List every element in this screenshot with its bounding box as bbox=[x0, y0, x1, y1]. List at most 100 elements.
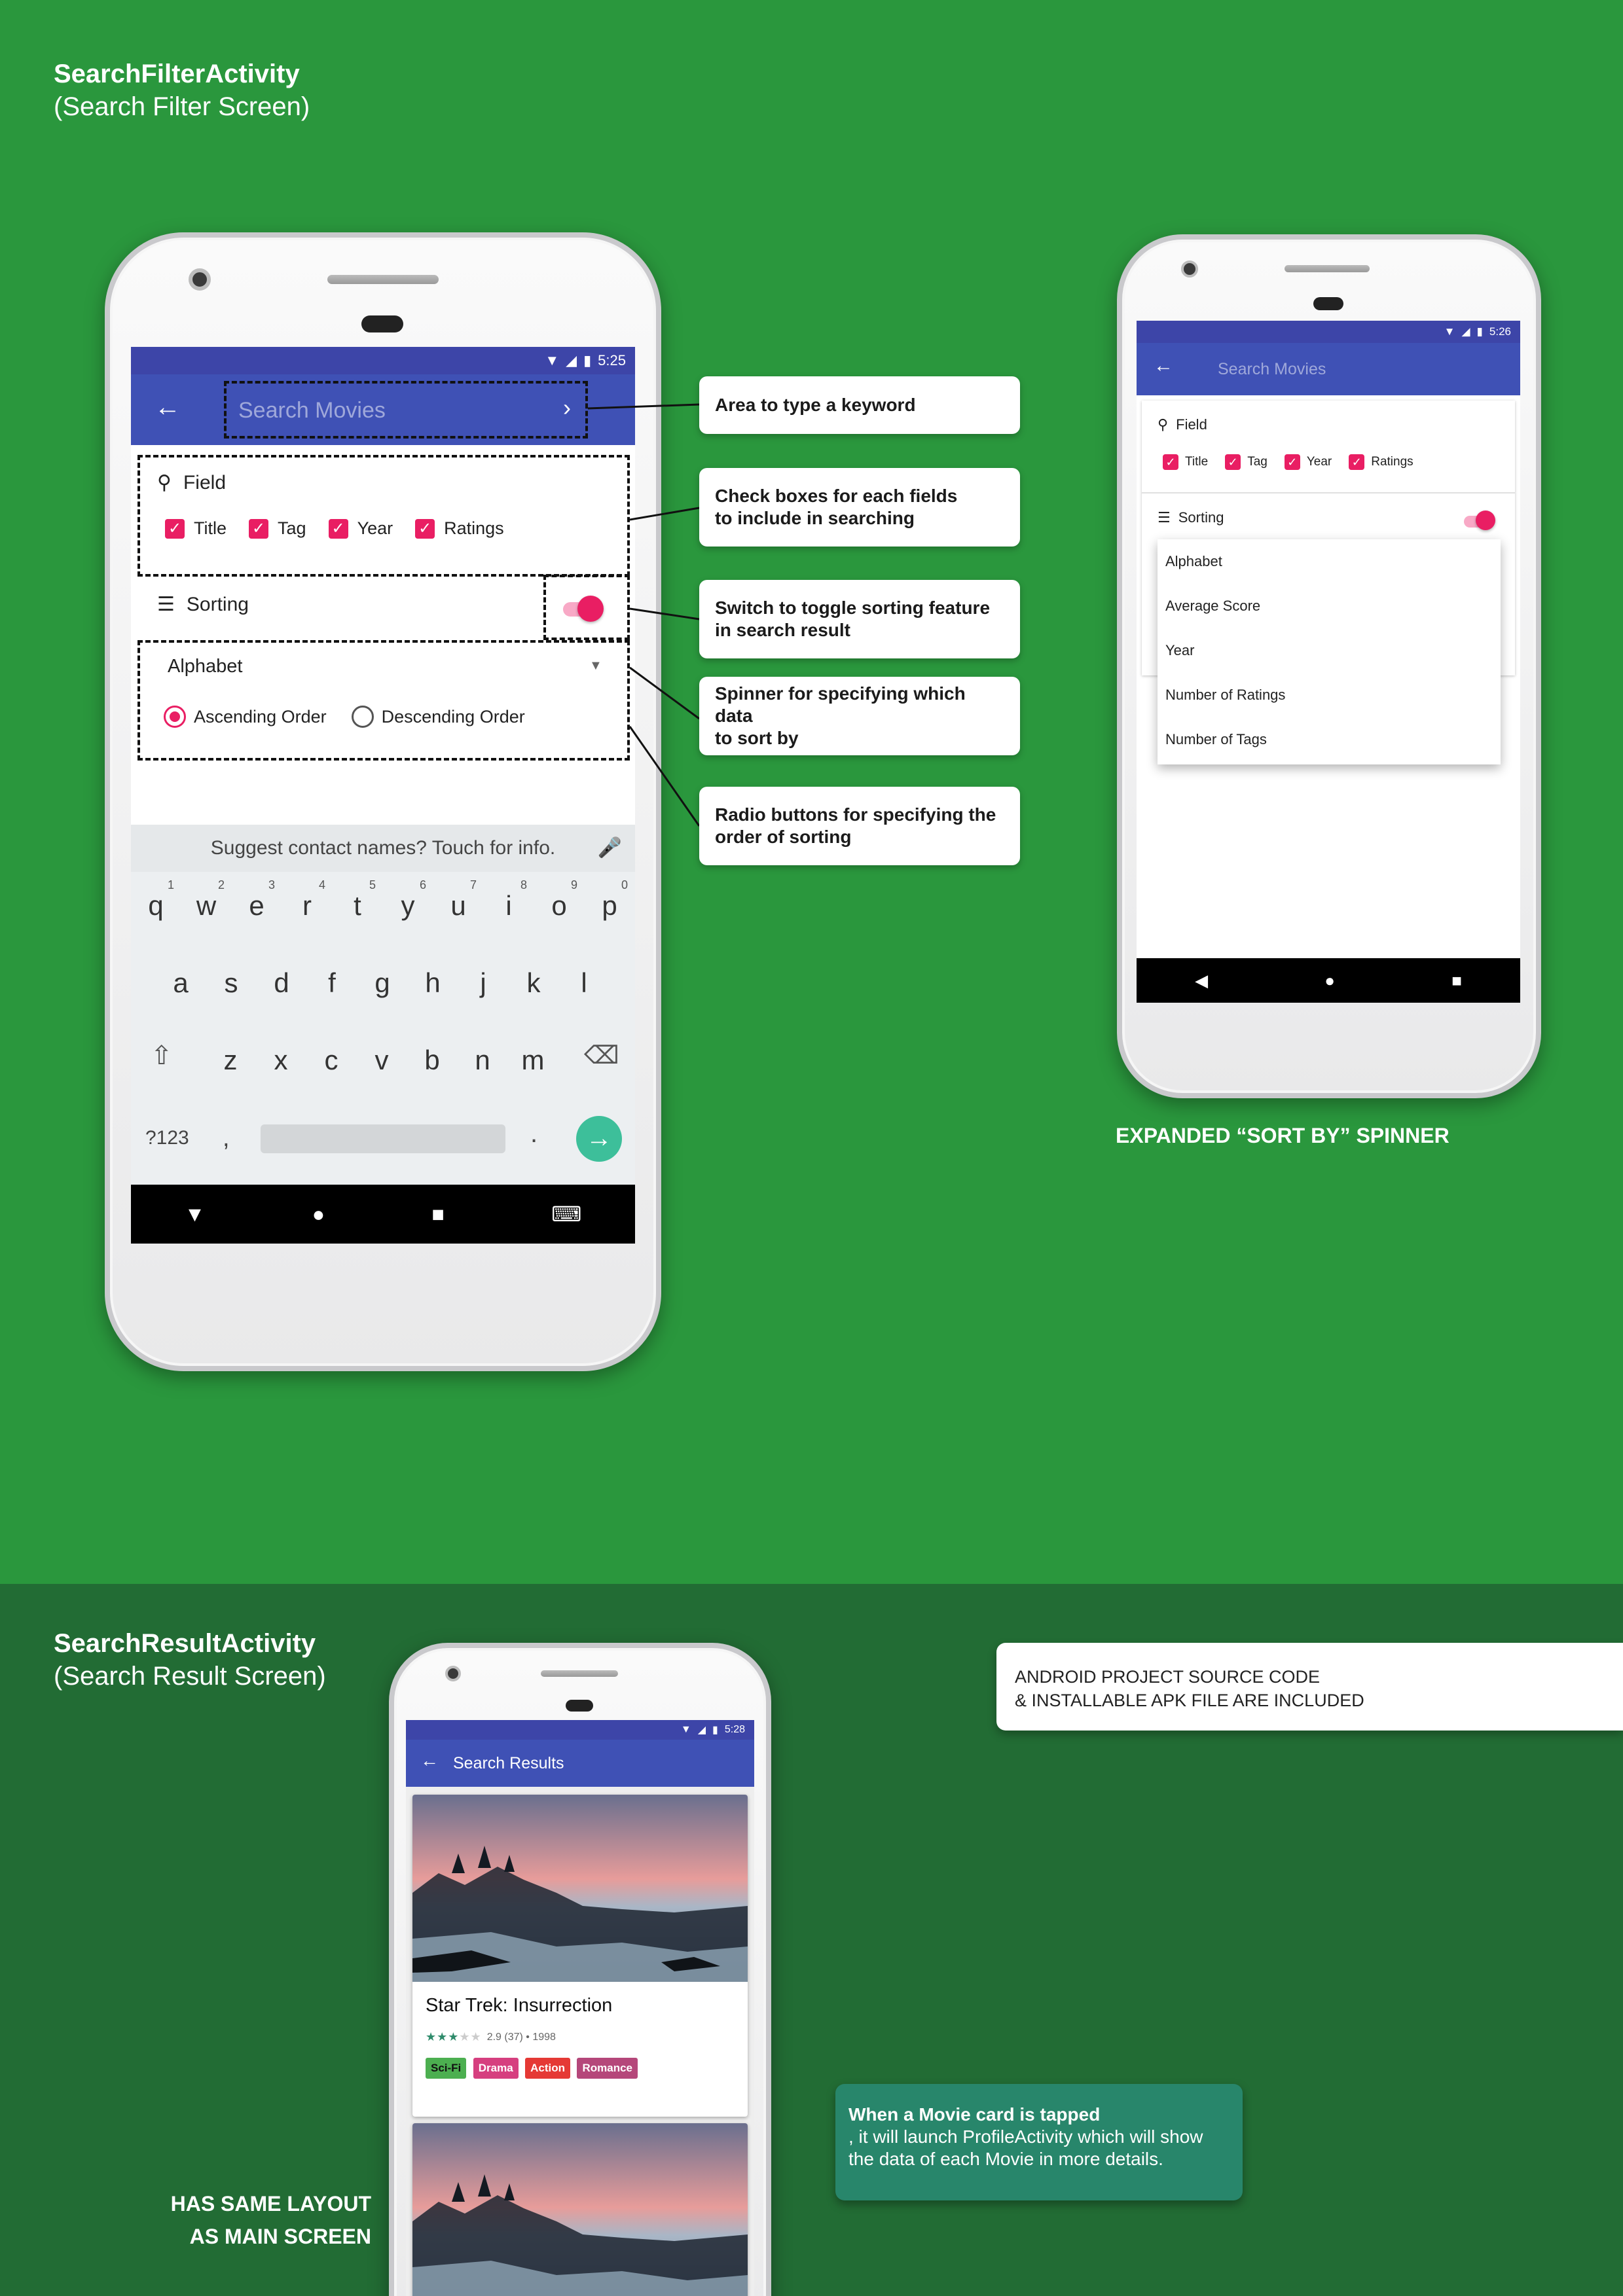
checkbox-ratings-label: Ratings bbox=[1371, 455, 1413, 469]
key-d[interactable]: d bbox=[262, 967, 301, 999]
nav-home-icon[interactable]: ● bbox=[1324, 971, 1335, 991]
tag-chip[interactable]: Drama bbox=[473, 2058, 519, 2079]
checkbox-title-label: Title bbox=[1185, 455, 1209, 469]
battery-icon: ▮ bbox=[1476, 325, 1483, 338]
key-k[interactable]: k bbox=[514, 967, 553, 999]
key-c[interactable]: c bbox=[312, 1045, 351, 1076]
bottom-section-title: SearchResultActivity bbox=[54, 1629, 316, 1658]
dropdown-option-number-of-tags[interactable]: Number of Tags bbox=[1158, 717, 1501, 762]
movie-card-note: When a Movie card is tapped , it will la… bbox=[835, 2084, 1243, 2200]
check-icon: ✓ bbox=[1349, 454, 1365, 470]
navigation-bar: ◀ ● ■ bbox=[1137, 958, 1520, 1003]
backspace-icon[interactable]: ⌫ bbox=[584, 1041, 619, 1070]
key-j[interactable]: j bbox=[464, 967, 503, 999]
movie-card[interactable] bbox=[412, 2123, 748, 2296]
bottom-section-subtitle: (Search Result Screen) bbox=[54, 1662, 326, 1691]
checkbox-title[interactable]: ✓ Title bbox=[1163, 454, 1208, 470]
key-a[interactable]: a bbox=[161, 967, 200, 999]
key-m[interactable]: m bbox=[513, 1045, 553, 1076]
callout-checkboxes: Check boxes for each fields to include i… bbox=[699, 468, 1020, 547]
dropdown-option-year[interactable]: Year bbox=[1158, 628, 1501, 673]
signal-icon: ◢ bbox=[697, 1725, 706, 1736]
search-input[interactable]: Search Movies bbox=[1218, 360, 1326, 379]
callout-spinner: Spinner for specifying which data to sor… bbox=[699, 677, 1020, 755]
space-bar[interactable] bbox=[261, 1124, 505, 1153]
symbols-key[interactable]: ?123 bbox=[145, 1127, 189, 1149]
movie-rating-row: ★★★★★ 2.9 (37) • 1998 bbox=[426, 2030, 556, 2044]
star-rating-icon: ★★★★★ bbox=[426, 2030, 482, 2043]
key-v[interactable]: v bbox=[362, 1045, 401, 1076]
shift-icon[interactable]: ⇧ bbox=[151, 1041, 173, 1071]
key-z[interactable]: z bbox=[211, 1045, 250, 1076]
same-layout-line2: AS MAIN SCREEN bbox=[189, 2225, 371, 2248]
key-n[interactable]: n bbox=[463, 1045, 502, 1076]
nav-home-icon[interactable]: ● bbox=[312, 1202, 325, 1227]
wifi-icon: ▼ bbox=[1444, 325, 1455, 338]
check-icon: ✓ bbox=[1284, 454, 1300, 470]
nav-recents-icon[interactable]: ■ bbox=[1451, 971, 1462, 991]
dropdown-option-number-of-ratings[interactable]: Number of Ratings bbox=[1158, 673, 1501, 717]
keyboard-icon[interactable]: ⌨ bbox=[551, 1202, 581, 1227]
callout-radio-line1: Radio buttons for specifying the bbox=[715, 804, 996, 825]
callout-switch-line1: Switch to toggle sorting feature bbox=[715, 598, 991, 618]
tag-chip[interactable]: Romance bbox=[577, 2058, 638, 2079]
tag-chip[interactable]: Sci-Fi bbox=[426, 2058, 467, 2079]
status-time: 5:28 bbox=[724, 1724, 745, 1735]
enter-go-button[interactable]: → bbox=[576, 1116, 622, 1162]
key-x[interactable]: x bbox=[261, 1045, 301, 1076]
callout-checkboxes-line2: to include in searching bbox=[715, 508, 915, 528]
field-label: Field bbox=[1176, 416, 1207, 433]
app-bar: ← Search Results bbox=[406, 1740, 754, 1787]
front-camera bbox=[445, 1666, 461, 1681]
nav-recents-icon[interactable]: ■ bbox=[431, 1202, 444, 1227]
movie-poster-image bbox=[412, 1795, 748, 1982]
source-code-note: ANDROID PROJECT SOURCE CODE & INSTALLABL… bbox=[996, 1643, 1623, 1731]
checkbox-year-label: Year bbox=[1306, 455, 1332, 469]
sorting-label: Sorting bbox=[1178, 509, 1224, 526]
callout-switch: Switch to toggle sorting feature in sear… bbox=[699, 580, 1020, 658]
key-l[interactable]: l bbox=[564, 967, 604, 999]
phone3-screen: ▼ ◢ ▮ 5:28 ← Search Results Star Trek: I… bbox=[406, 1720, 754, 2296]
nav-back-icon[interactable]: ▼ bbox=[185, 1202, 206, 1227]
source-note-line2: & INSTALLABLE APK FILE ARE INCLUDED bbox=[1015, 1691, 1364, 1710]
checkbox-year[interactable]: ✓ Year bbox=[1284, 454, 1332, 470]
callout-spinner-line2: to sort by bbox=[715, 728, 799, 748]
movie-tags: Sci-Fi Drama Action Romance bbox=[426, 2058, 642, 2079]
expanded-spinner-caption: EXPANDED “SORT BY” SPINNER bbox=[1116, 1124, 1450, 1147]
comma-key[interactable]: , bbox=[223, 1124, 230, 1153]
dropdown-option-average-score[interactable]: Average Score bbox=[1158, 584, 1501, 628]
source-note-line1: ANDROID PROJECT SOURCE CODE bbox=[1015, 1667, 1321, 1687]
earpiece-speaker bbox=[1285, 265, 1370, 272]
callout-keyword: Area to type a keyword bbox=[699, 376, 1020, 434]
same-layout-caption: HAS SAME LAYOUT AS MAIN SCREEN bbox=[171, 2187, 371, 2253]
navigation-bar: ▼ ● ■ ⌨ bbox=[131, 1185, 635, 1244]
tag-chip[interactable]: Action bbox=[525, 2058, 571, 2079]
checkbox-ratings[interactable]: ✓ Ratings bbox=[1349, 454, 1413, 470]
nav-back-icon[interactable]: ◀ bbox=[1195, 971, 1208, 991]
sorting-switch[interactable] bbox=[1464, 511, 1497, 531]
checkbox-tag[interactable]: ✓ Tag bbox=[1225, 454, 1267, 470]
field-row: ⚲ Field bbox=[1158, 416, 1207, 433]
key-h[interactable]: h bbox=[413, 967, 452, 999]
key-f[interactable]: f bbox=[312, 967, 352, 999]
back-arrow-icon[interactable]: ← bbox=[1154, 355, 1173, 377]
key-g[interactable]: g bbox=[363, 967, 402, 999]
proximity-sensor bbox=[566, 1700, 593, 1712]
wifi-icon: ▼ bbox=[680, 1724, 691, 1735]
movie-title: Star Trek: Insurrection bbox=[426, 1995, 613, 2016]
back-arrow-icon[interactable]: ← bbox=[420, 1750, 439, 1771]
callout-switch-line2: in search result bbox=[715, 620, 850, 640]
field-checkboxes: ✓ Title ✓ Tag ✓ Year ✓ Ratings bbox=[1163, 454, 1413, 470]
movie-card[interactable]: Star Trek: Insurrection ★★★★★ 2.9 (37) •… bbox=[412, 1795, 748, 2117]
checkbox-tag-label: Tag bbox=[1247, 455, 1267, 469]
status-time: 5:26 bbox=[1489, 325, 1511, 338]
callout-radio: Radio buttons for specifying the order o… bbox=[699, 787, 1020, 865]
signal-icon: ◢ bbox=[1461, 325, 1470, 338]
key-s[interactable]: s bbox=[211, 967, 251, 999]
sort-spinner-dropdown: Alphabet Average Score Year Number of Ra… bbox=[1158, 539, 1501, 764]
dropdown-option-alphabet[interactable]: Alphabet bbox=[1158, 539, 1501, 584]
key-b[interactable]: b bbox=[412, 1045, 452, 1076]
front-camera bbox=[1181, 260, 1198, 278]
period-key[interactable]: . bbox=[530, 1119, 538, 1149]
appbar-title: Search Results bbox=[453, 1754, 564, 1772]
